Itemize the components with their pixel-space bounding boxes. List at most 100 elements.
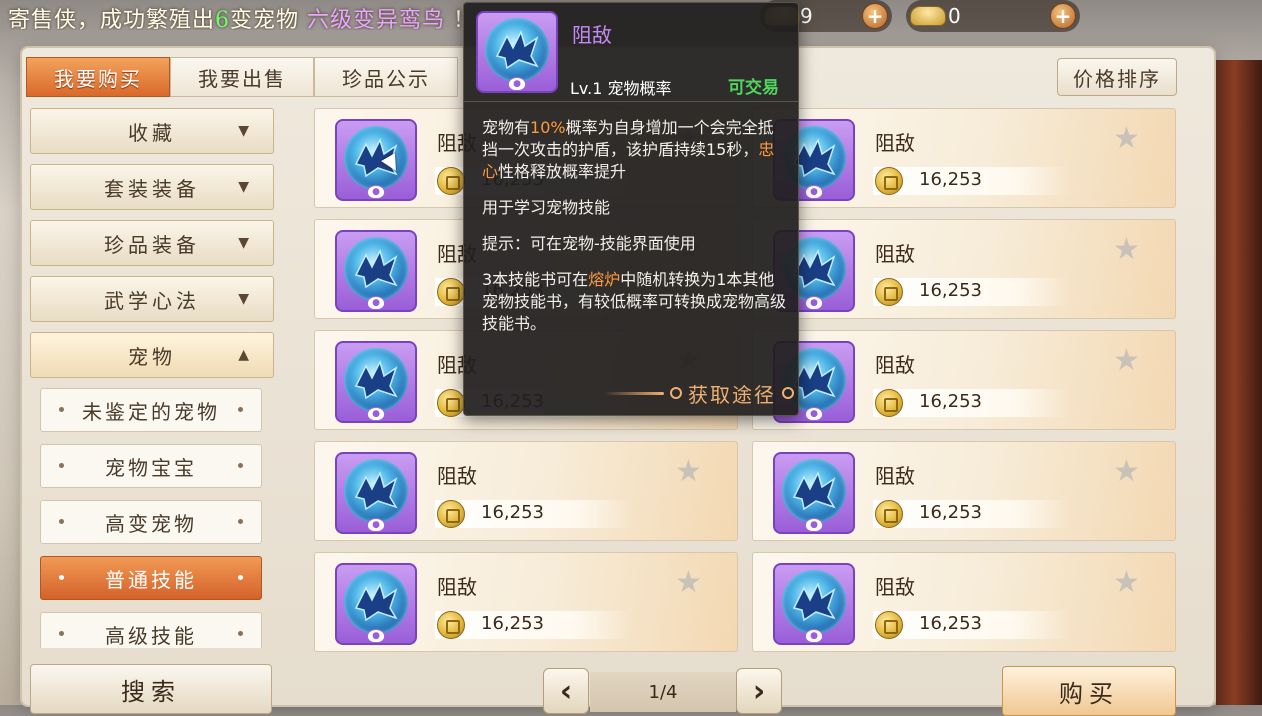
favorite-star-icon[interactable]: ★	[1113, 565, 1140, 600]
silver-currency: 0 +	[906, 0, 1080, 32]
item-card-9[interactable]: ● 阻敌 16,253 ★	[314, 552, 738, 652]
subcategory-unidentified-pets[interactable]: 未鉴定的宠物	[40, 388, 262, 432]
coin-icon	[875, 500, 903, 528]
item-tooltip: ● 阻敌 Lv.1 宠物概率 可交易 宠物有10%概率为自身增加一个会完全抵挡一…	[463, 2, 799, 416]
add-silver-button[interactable]: +	[1050, 3, 1076, 29]
skill-book-icon: ●	[335, 452, 417, 534]
search-button[interactable]: 搜索	[30, 664, 272, 714]
item-price: 16,253	[919, 280, 982, 301]
item-name: 阻敌	[875, 131, 915, 155]
tooltip-tradable: 可交易	[728, 78, 779, 98]
item-card-7[interactable]: ● 阻敌 16,253 ★	[314, 441, 738, 541]
favorite-star-icon[interactable]: ★	[1113, 232, 1140, 267]
coin-icon	[437, 500, 465, 528]
skill-book-icon: ●	[773, 452, 855, 534]
ring-ornament-icon	[670, 387, 682, 399]
subcategory-normal-skills[interactable]: 普通技能	[40, 556, 262, 600]
subcategory-label: 普通技能	[105, 567, 197, 592]
paw-icon: ●	[508, 77, 526, 91]
announcement-marquee: 寄售侠，成功繁殖出6变宠物 六级变异鸾鸟 ！	[0, 0, 470, 30]
coin-icon	[875, 167, 903, 195]
price-sort-button[interactable]: 价格排序	[1057, 58, 1177, 96]
paw-icon: ●	[805, 407, 823, 421]
tooltip-level: Lv.1 宠物概率	[570, 79, 672, 98]
skill-book-icon: ●	[335, 341, 417, 423]
item-price: 16,253	[919, 169, 982, 190]
desc-text: 3本技能书可在	[482, 270, 589, 289]
buy-button[interactable]: 购买	[1002, 666, 1176, 716]
subcategory-high-mutation-pets[interactable]: 高变宠物	[40, 500, 262, 544]
subcategory-label: 高级技能	[105, 623, 197, 648]
prev-page-button[interactable]: ‹	[543, 668, 589, 714]
skill-book-icon: ●	[335, 119, 417, 201]
favorite-star-icon[interactable]: ★	[1113, 121, 1140, 156]
price-bar: 16,253	[435, 611, 631, 639]
item-price: 16,253	[919, 613, 982, 634]
category-label: 武学心法	[104, 288, 200, 313]
price-bar: 16,253	[873, 278, 1069, 306]
category-sidebar: 收藏 ▼ 套装装备 ▼ 珍品装备 ▼ 武学心法 ▼ 宠物 ▲ 未鉴定的宠物 宠物宝宝 高变…	[30, 108, 274, 648]
acquire-source-link[interactable]: 获取途径	[604, 379, 794, 407]
coin-icon	[437, 278, 465, 306]
market-tabs: 我要购买 我要出售 珍品公示	[26, 57, 458, 97]
paw-icon: ●	[805, 518, 823, 532]
paw-icon: ●	[805, 629, 823, 643]
subcategory-pet-babies[interactable]: 宠物宝宝	[40, 444, 262, 488]
item-card-6[interactable]: ● 阻敌 16,253 ★	[752, 330, 1176, 430]
favorite-star-icon[interactable]: ★	[675, 454, 702, 489]
category-martial-arts[interactable]: 武学心法 ▼	[30, 276, 274, 322]
marquee-highlight: 六级变异鸾鸟	[307, 8, 446, 30]
paw-icon: ●	[367, 185, 385, 199]
coin-icon	[437, 389, 465, 417]
price-bar: 16,253	[873, 389, 1069, 417]
coin-icon	[437, 611, 465, 639]
category-set-equipment[interactable]: 套装装备 ▼	[30, 164, 274, 210]
item-card-10[interactable]: ● 阻敌 16,253 ★	[752, 552, 1176, 652]
item-price: 16,253	[481, 502, 544, 523]
tooltip-item-name: 阻敌	[572, 23, 612, 47]
category-label: 套装装备	[104, 176, 200, 201]
favorite-star-icon[interactable]: ★	[1113, 454, 1140, 489]
tab-buy[interactable]: 我要购买	[26, 57, 170, 97]
desc-hint: 提示：可在宠物-技能界面使用	[482, 234, 696, 253]
category-rare-equipment[interactable]: 珍品装备 ▼	[30, 220, 274, 266]
tab-showcase[interactable]: 珍品公示	[314, 57, 458, 97]
paw-icon: ●	[367, 629, 385, 643]
favorite-star-icon[interactable]: ★	[675, 565, 702, 600]
tab-sell[interactable]: 我要出售	[170, 57, 314, 97]
desc-percent: 10%	[530, 118, 566, 137]
coin-icon	[875, 389, 903, 417]
item-name: 阻敌	[875, 575, 915, 599]
tooltip-description: 宠物有10%概率为自身增加一个会完全抵挡一次攻击的护盾，该护盾持续15秒，忠心性…	[482, 117, 788, 349]
subcategory-advanced-skills[interactable]: 高级技能	[40, 612, 262, 648]
price-bar: 16,253	[873, 611, 1069, 639]
tooltip-divider	[464, 101, 798, 102]
chevron-down-icon: ▼	[238, 179, 253, 195]
marquee-prefix: 寄售侠，成功繁殖出	[8, 8, 216, 30]
add-gold-button[interactable]: +	[862, 3, 888, 29]
chevron-down-icon: ▼	[238, 123, 253, 139]
desc-text: 性格释放概率提升	[498, 162, 627, 181]
category-pets[interactable]: 宠物 ▲	[30, 332, 274, 378]
item-card-2[interactable]: ● 阻敌 16,253 ★	[752, 108, 1176, 208]
marquee-count: 6	[215, 8, 231, 30]
item-name: 阻敌	[875, 353, 915, 377]
side-decoration	[1216, 60, 1262, 705]
swirl-ornament-icon	[604, 391, 664, 395]
paw-icon: ●	[367, 296, 385, 310]
next-page-button[interactable]: ›	[736, 668, 782, 714]
category-favorites[interactable]: 收藏 ▼	[30, 108, 274, 154]
page-indicator: 1/4	[590, 672, 736, 712]
price-bar: 16,253	[873, 167, 1069, 195]
subcategory-label: 未鉴定的宠物	[82, 399, 220, 424]
chevron-down-icon: ▼	[238, 291, 253, 307]
chevron-down-icon: ▼	[238, 235, 253, 251]
item-card-4[interactable]: ● 阻敌 16,253 ★	[752, 219, 1176, 319]
item-price: 16,253	[919, 391, 982, 412]
item-price: 16,253	[919, 502, 982, 523]
skill-book-icon: ●	[773, 563, 855, 645]
item-card-8[interactable]: ● 阻敌 16,253 ★	[752, 441, 1176, 541]
favorite-star-icon[interactable]: ★	[1113, 343, 1140, 378]
desc-furnace: 熔炉	[588, 270, 621, 289]
ring-ornament-icon	[782, 387, 794, 399]
